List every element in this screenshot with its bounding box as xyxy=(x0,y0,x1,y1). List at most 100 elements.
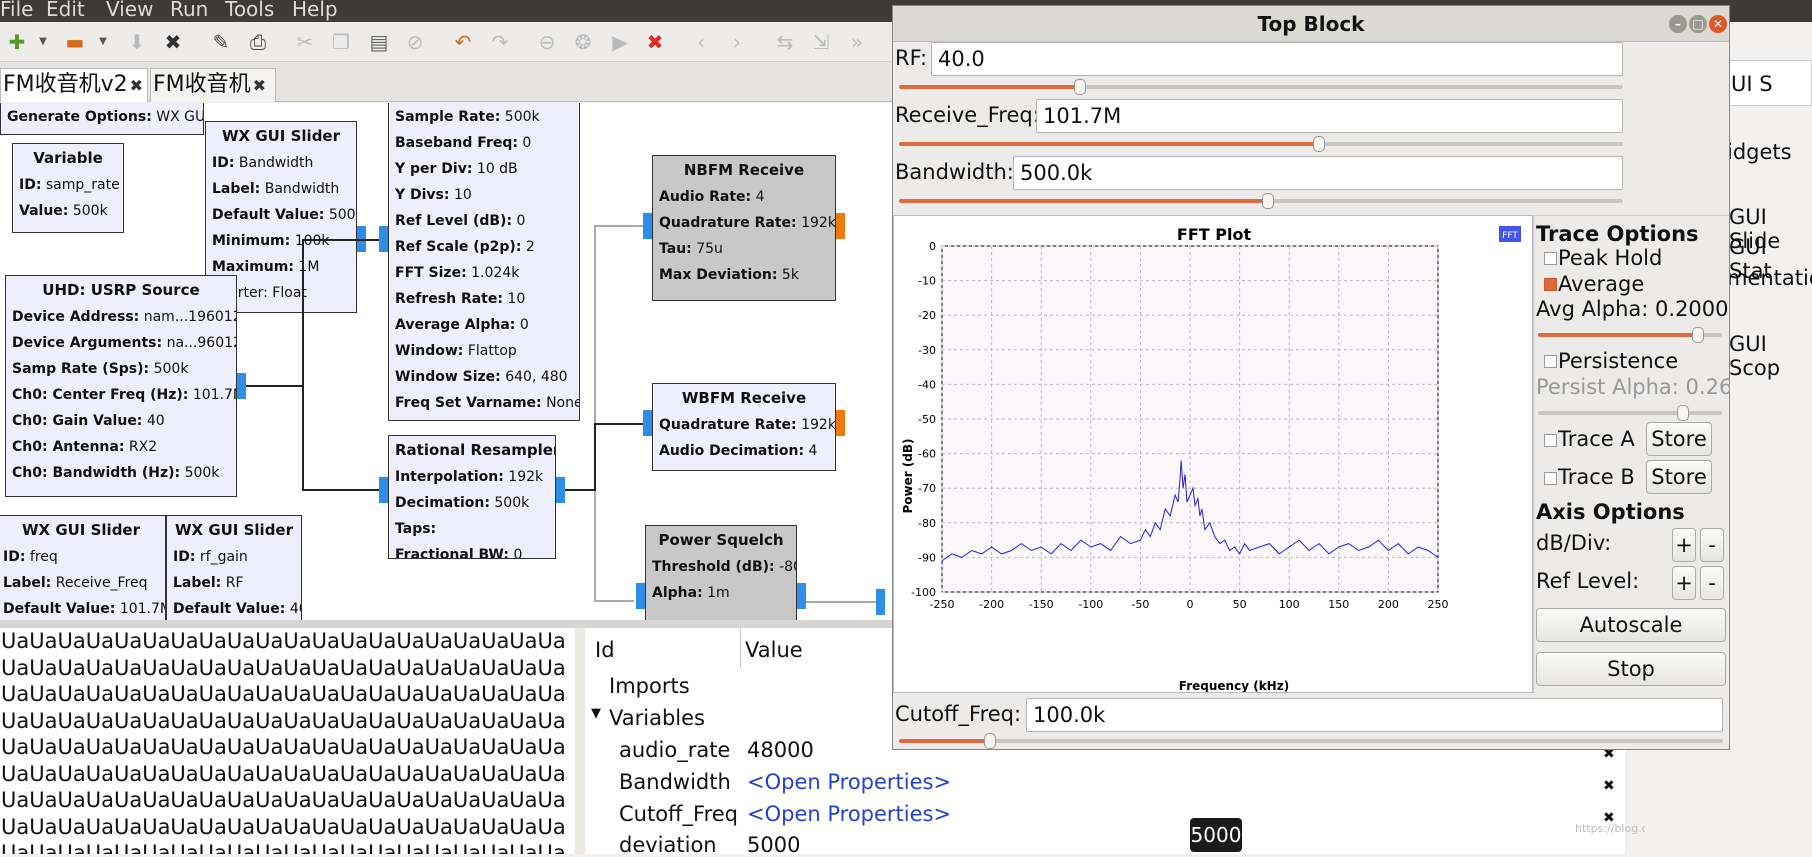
slider-knob[interactable] xyxy=(983,733,996,749)
nbfm-output-port[interactable] xyxy=(836,213,845,239)
tab-fm-v2[interactable]: FM收音机v2 ✖ xyxy=(0,68,148,102)
pencil-icon[interactable]: ✎ xyxy=(208,29,234,55)
wx-slider-freq-block[interactable]: WX GUI Slider ID: freq Label: Receive_Fr… xyxy=(0,515,166,620)
tree-row-id[interactable]: deviation xyxy=(619,833,717,857)
receive-freq-entry[interactable]: 101.7M xyxy=(1036,99,1623,133)
average-checkbox[interactable] xyxy=(1544,278,1557,291)
squelch-input-port[interactable] xyxy=(636,583,645,609)
power-squelch-block[interactable]: Power Squelch Threshold (dB): -80 Alpha:… xyxy=(645,525,797,620)
uhd-output-port[interactable] xyxy=(237,373,246,399)
open-properties-link[interactable]: <Open Properties> xyxy=(747,802,951,826)
delete-icon[interactable]: ⊘ xyxy=(402,29,428,55)
tab-fm[interactable]: FM收音机 ✖ xyxy=(150,68,276,102)
tree-item-variables[interactable]: Variables xyxy=(609,706,705,730)
ref-level-plus-button[interactable]: + xyxy=(1672,566,1696,600)
minimize-icon[interactable]: – xyxy=(1669,15,1687,33)
db-div-plus-button[interactable]: + xyxy=(1672,528,1696,562)
squelch-output-port[interactable] xyxy=(797,583,806,609)
persist-alpha-slider[interactable] xyxy=(1538,405,1722,421)
persistence-checkbox[interactable] xyxy=(1544,355,1557,368)
fft-input-port[interactable] xyxy=(379,226,388,252)
close-icon[interactable]: ✕ xyxy=(1709,15,1727,33)
align-icon[interactable]: ⇲ xyxy=(808,29,834,55)
rf-slider[interactable] xyxy=(899,79,1623,95)
tree-item-imports[interactable]: Imports xyxy=(609,674,690,698)
tree-row-id[interactable]: audio_rate xyxy=(619,738,730,762)
options-block[interactable]: Generate Options: WX GUI xyxy=(0,103,204,135)
chevron-down-icon[interactable]: ▼ xyxy=(30,29,56,55)
open-folder-icon[interactable]: ▬ xyxy=(62,29,88,55)
wx-slider-rf-block[interactable]: WX GUI Slider ID: rf_gain Label: RF Defa… xyxy=(166,515,302,620)
expander-down-icon[interactable]: ▼ xyxy=(591,706,601,721)
db-div-minus-button[interactable]: - xyxy=(1700,528,1724,562)
column-id-header[interactable]: Id xyxy=(595,638,615,662)
console-scrollbar[interactable] xyxy=(575,628,585,854)
slider-knob[interactable] xyxy=(1692,327,1705,343)
close-icon[interactable]: ✖ xyxy=(253,76,266,95)
maximize-icon[interactable]: □ xyxy=(1689,15,1707,33)
trace-b-checkbox[interactable] xyxy=(1544,472,1557,485)
peak-hold-checkbox[interactable] xyxy=(1544,252,1557,265)
tree-row-id[interactable]: Cutoff_Freq xyxy=(619,802,738,826)
disable-icon[interactable]: ⊖ xyxy=(534,29,560,55)
close-icon[interactable]: ✖ xyxy=(130,76,143,95)
library-item[interactable]: UI S xyxy=(1731,72,1773,96)
cut-icon[interactable]: ✂ xyxy=(292,29,318,55)
execute-icon[interactable]: ▶ xyxy=(607,29,633,55)
slider-knob[interactable] xyxy=(1262,193,1275,209)
slider-knob[interactable] xyxy=(1074,79,1086,95)
bandwidth-entry[interactable]: 500.0k xyxy=(1013,156,1623,190)
wbfm-output-port[interactable] xyxy=(836,410,845,436)
bypass-icon[interactable]: ❂ xyxy=(570,29,596,55)
cutoff-freq-entry[interactable]: 100.0k xyxy=(1026,698,1723,732)
stop-button[interactable]: Stop xyxy=(1536,652,1726,686)
open-properties-link[interactable]: <Open Properties> xyxy=(747,770,951,794)
nbfm-input-port[interactable] xyxy=(643,213,652,239)
new-icon[interactable]: ✚ xyxy=(4,29,30,55)
wbfm-input-port[interactable] xyxy=(643,410,652,436)
close-icon[interactable]: ✖ xyxy=(160,29,186,55)
chevron-down-icon[interactable]: ▼ xyxy=(90,29,116,55)
resampler-input-port[interactable] xyxy=(379,477,388,503)
store-b-button[interactable]: Store xyxy=(1646,460,1712,494)
uhd-usrp-source-block[interactable]: UHD: USRP Source Device Address: nam...1… xyxy=(5,275,237,497)
receive-freq-slider[interactable] xyxy=(899,136,1623,152)
undo-icon[interactable]: ↶ xyxy=(450,29,476,55)
menu-tools[interactable]: Tools xyxy=(225,0,274,19)
nbfm-receive-block[interactable]: NBFM Receive Audio Rate: 4 Quadrature Ra… xyxy=(652,155,836,301)
trace-a-checkbox[interactable] xyxy=(1544,434,1557,447)
library-item[interactable]: GUI Scop xyxy=(1729,332,1812,380)
menu-edit[interactable]: Edit xyxy=(46,0,85,19)
ref-level-minus-button[interactable]: - xyxy=(1700,566,1724,600)
flowgraph-canvas[interactable]: Generate Options: WX GUI Variable ID: sa… xyxy=(0,103,900,620)
column-value-header[interactable]: Value xyxy=(745,638,803,662)
pane-divider[interactable] xyxy=(0,620,900,628)
print-icon[interactable]: ⎙ xyxy=(245,29,271,55)
autoscale-button[interactable]: Autoscale xyxy=(1536,608,1726,642)
store-a-button[interactable]: Store xyxy=(1646,422,1712,456)
redo-icon[interactable]: ↷ xyxy=(487,29,513,55)
rotate-right-icon[interactable]: › xyxy=(724,29,750,55)
menu-run[interactable]: Run xyxy=(170,0,208,19)
rf-entry[interactable]: 40.0 xyxy=(931,42,1623,76)
menu-view[interactable]: View xyxy=(106,0,153,19)
avg-alpha-slider[interactable] xyxy=(1538,327,1722,343)
delete-x-icon[interactable]: ✖ xyxy=(1603,778,1615,794)
wbfm-receive-block[interactable]: WBFM Receive Quadrature Rate: 192k Audio… xyxy=(652,383,836,471)
forward-icon[interactable]: » xyxy=(844,29,870,55)
fft-plot-panel[interactable]: FFT Plot FFT Frequency (kHz) Power (dB) … xyxy=(893,215,1533,693)
library-item[interactable]: mentatio xyxy=(1727,266,1812,290)
tree-row-id[interactable]: Bandwidth xyxy=(619,770,731,794)
block-input-port[interactable] xyxy=(876,589,885,615)
save-icon[interactable]: ⬇ xyxy=(124,29,150,55)
variable-block[interactable]: Variable ID: samp_rate Value: 500k xyxy=(12,143,124,233)
slider-knob[interactable] xyxy=(1312,136,1325,152)
flip-icon[interactable]: ⇆ xyxy=(772,29,798,55)
resampler-output-port[interactable] xyxy=(556,477,565,503)
library-item[interactable]: idgets xyxy=(1727,140,1792,164)
copy-icon[interactable]: ❐ xyxy=(328,29,354,55)
slider-knob[interactable] xyxy=(1677,405,1690,421)
rational-resampler-block[interactable]: Rational Resampler Interpolation: 192k D… xyxy=(388,435,556,559)
menu-help[interactable]: Help xyxy=(292,0,338,19)
paste-icon[interactable]: ▤ xyxy=(366,29,392,55)
